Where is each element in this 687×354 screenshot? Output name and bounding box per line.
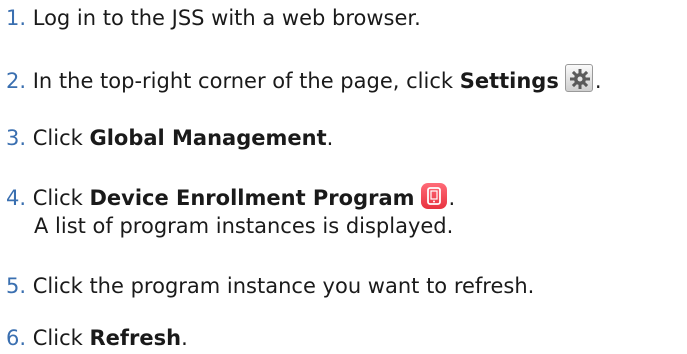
step-punctuation: .	[594, 69, 602, 93]
step-punctuation: .	[448, 186, 456, 210]
step-2: 2. In the top-right corner of the page, …	[6, 64, 602, 95]
device-enrollment-program-label: Device Enrollment Program	[89, 186, 415, 210]
step-5: 5. Click the program instance you want t…	[6, 272, 534, 300]
step-text: Log in to the JSS with a web browser.	[32, 6, 421, 30]
settings-label: Settings	[459, 69, 559, 93]
step-4: 4. Click Device Enrollment Program. A li…	[6, 183, 455, 240]
step-number: 1.	[6, 6, 27, 30]
step-text: Click	[32, 326, 90, 350]
step-text: Click the program instance you want to r…	[32, 274, 535, 298]
step-text: Click	[32, 126, 90, 150]
refresh-label: Refresh	[89, 326, 182, 350]
global-management-label: Global Management	[89, 126, 327, 150]
device-enrollment-icon	[420, 183, 447, 209]
step-text: In the top-right corner of the page, cli…	[32, 69, 460, 93]
step-number: 5.	[6, 274, 27, 298]
step-number: 2.	[6, 69, 27, 93]
step-1: 1. Log in to the JSS with a web browser.	[6, 4, 421, 32]
step-punctuation: .	[181, 326, 188, 350]
step-6: 6. Click Refresh.	[6, 324, 188, 352]
step-3: 3. Click Global Management.	[6, 124, 333, 152]
step-result-text: A list of program instances is displayed…	[34, 214, 454, 238]
step-number: 3.	[6, 126, 27, 150]
step-punctuation: .	[326, 126, 334, 150]
step-number: 6.	[6, 326, 27, 350]
gear-icon	[564, 64, 593, 92]
step-number: 4.	[6, 186, 27, 210]
step-text: Click	[32, 186, 90, 210]
